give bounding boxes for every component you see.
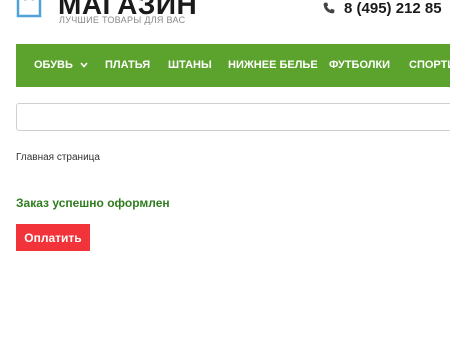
nav-item-shoes[interactable]: ОБУВЬ (34, 44, 88, 87)
nav-item-tshirts[interactable]: ФУТБОЛКИ (329, 44, 390, 87)
nav-item-label: ШТАНЫ (168, 59, 212, 71)
chevron-down-icon (80, 62, 88, 68)
breadcrumb: Главная страница (16, 152, 100, 163)
nav-item-label: ОБУВЬ (34, 59, 73, 71)
nav-item-dresses[interactable]: ПЛАТЬЯ (105, 44, 150, 87)
logo-subtitle: ЛУЧШИЕ ТОВАРЫ ДЛЯ ВАС (59, 15, 186, 25)
search-input[interactable] (16, 103, 450, 131)
site-header: МАГАЗИН ЛУЧШИЕ ТОВАРЫ ДЛЯ ВАС 8 (495) 21… (0, 0, 450, 44)
nav-item-underwear[interactable]: НИЖНЕЕ БЕЛЬЕ (228, 44, 318, 87)
order-success-message: Заказ успешно оформлен (16, 196, 170, 210)
nav-item-label: НИЖНЕЕ БЕЛЬЕ (228, 59, 318, 71)
phone-number[interactable]: 8 (495) 212 85 (344, 0, 442, 17)
nav-item-label: ФУТБОЛКИ (329, 59, 391, 71)
pay-button[interactable]: Оплатить (16, 224, 90, 251)
main-nav: ОБУВЬ ПЛАТЬЯ ШТАНЫ НИЖНЕЕ БЕЛЬЕ ФУТБОЛКИ… (16, 44, 450, 87)
breadcrumb-home[interactable]: Главная страница (16, 152, 100, 163)
nav-item-label: ПЛАТЬЯ (105, 59, 151, 71)
shopping-bag-icon[interactable] (16, 0, 42, 18)
phone-icon (323, 2, 335, 14)
nav-item-pants[interactable]: ШТАНЫ (168, 44, 212, 87)
nav-item-label: СПОРТИ (409, 59, 450, 71)
nav-item-sport[interactable]: СПОРТИ (409, 44, 450, 87)
